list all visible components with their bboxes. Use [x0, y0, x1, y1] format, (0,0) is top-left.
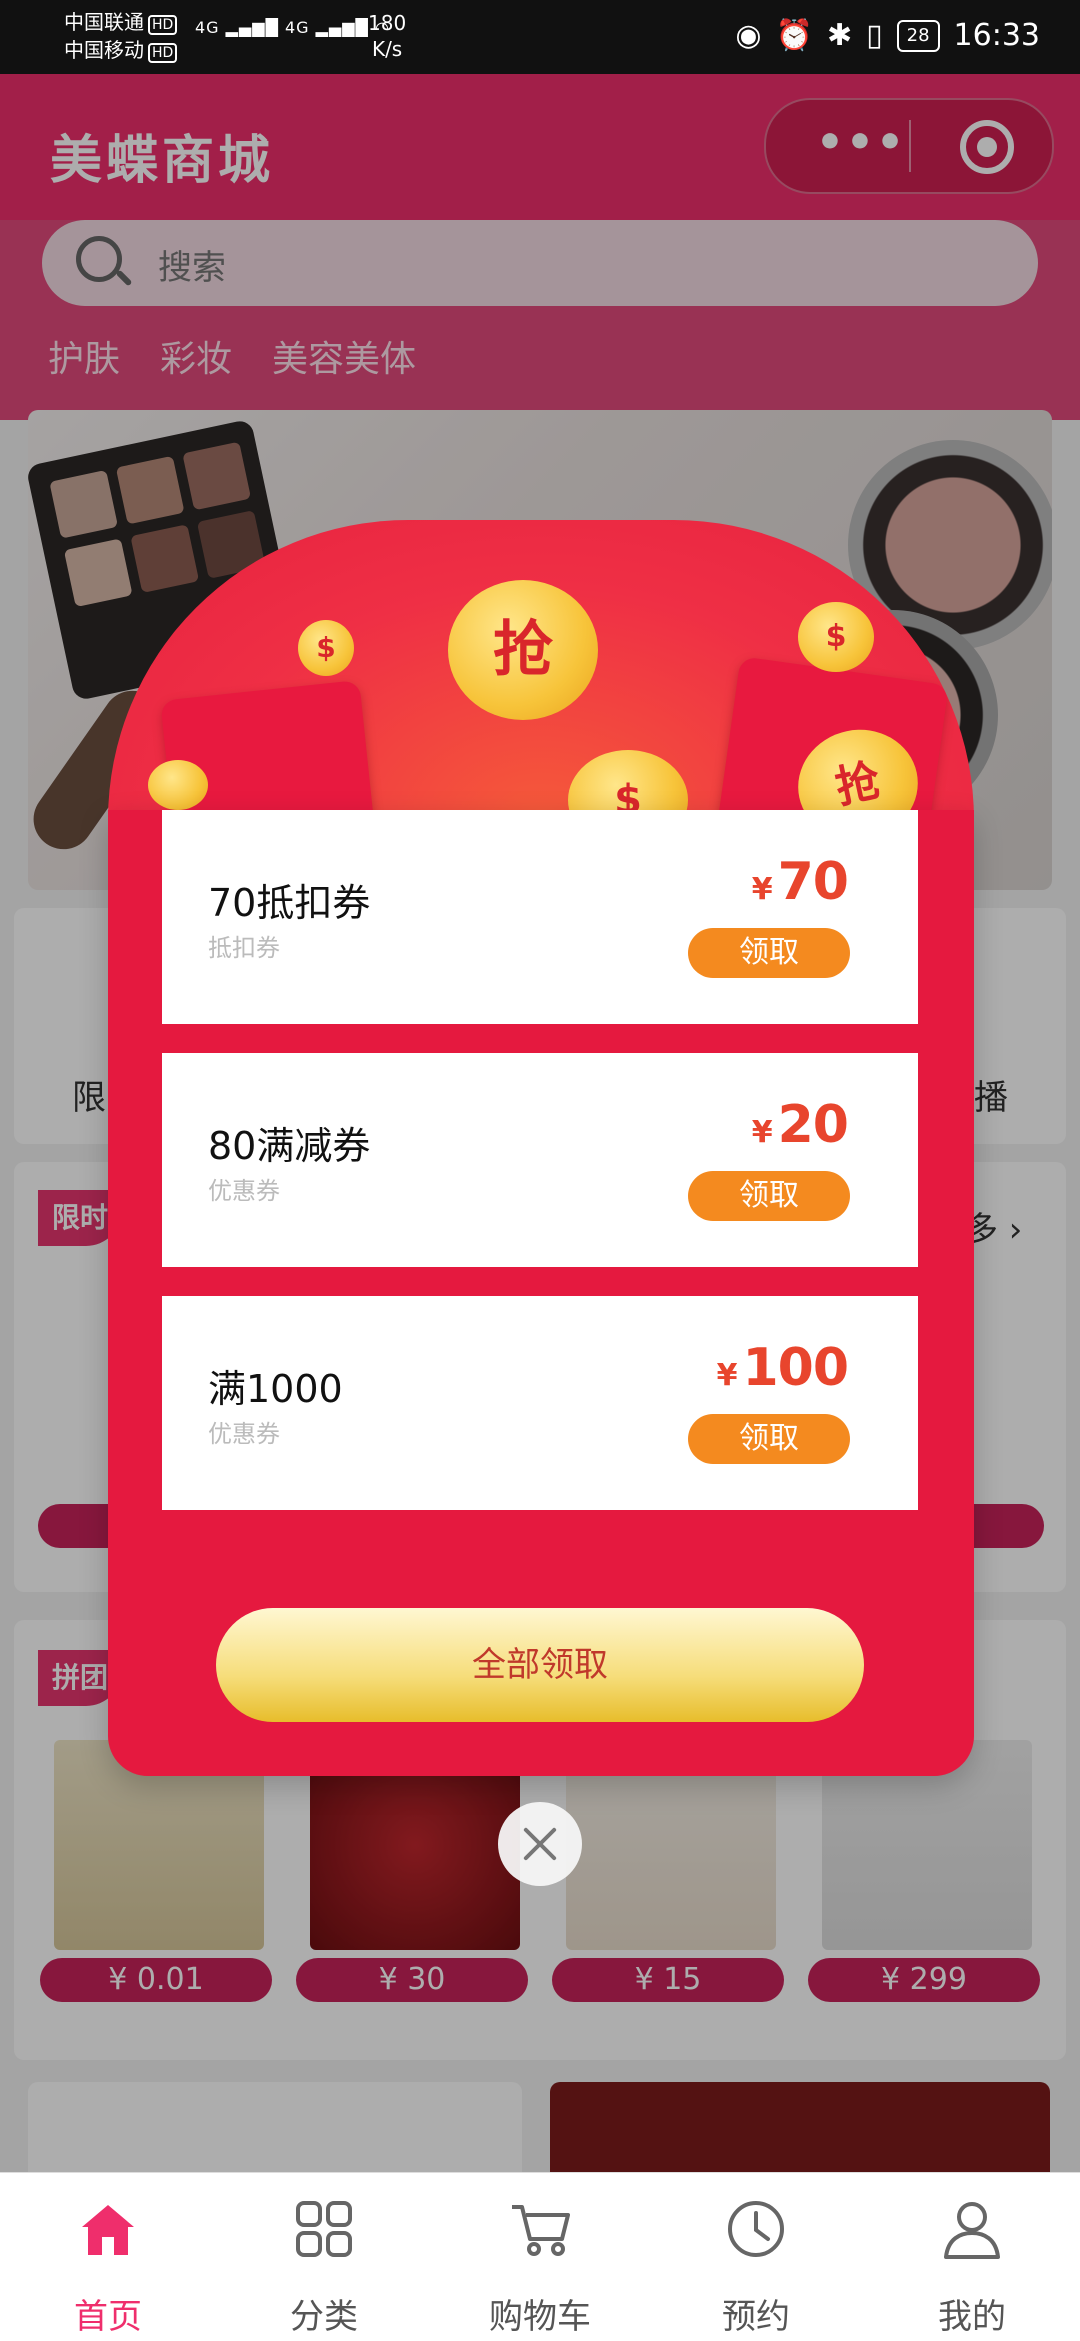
coupon-type: 优惠券 [208, 1420, 280, 1448]
coupon-popup: 抢 抢 $ $ $ 70抵扣券 抵扣券 ¥70 领取 80满减券 优惠券 ¥20… [108, 520, 974, 1776]
tab-label: 预约 [722, 2297, 790, 2337]
coupon-list-panel: 70抵扣券 抵扣券 ¥70 领取 80满减券 优惠券 ¥20 领取 满1000 … [108, 810, 974, 1776]
carrier-1: 中国联通 [64, 10, 144, 34]
coupon-amount: ¥100 [716, 1338, 849, 1398]
tab-reservation[interactable]: 预约 [648, 2173, 864, 2341]
dollar-coin-icon: $ [298, 620, 354, 676]
coupon-amount: ¥20 [751, 1095, 849, 1155]
grab-coin-icon: 抢 [448, 580, 598, 720]
grid-icon [296, 2201, 352, 2257]
tab-profile[interactable]: 我的 [864, 2173, 1080, 2341]
coupon-name: 70抵扣券 [208, 881, 371, 925]
status-icons: ◉ ⏰ ✱ ▯ 28 16:33 [735, 18, 1040, 53]
dollar-coin-icon: $ [798, 602, 874, 672]
bottom-tab-bar: 首页 分类 购物车 预约 我的 [0, 2172, 1080, 2341]
coupon-card: 满1000 优惠券 ¥100 领取 [162, 1296, 918, 1510]
coupon-card: 80满减券 优惠券 ¥20 领取 [162, 1053, 918, 1267]
signal-icon: 4G ▂▄▆█ 4G ▂▄▆█ ◠ [195, 18, 390, 37]
tab-cart[interactable]: 购物车 [432, 2173, 648, 2341]
coupon-name: 满1000 [208, 1367, 343, 1411]
tab-label: 购物车 [489, 2297, 591, 2337]
red-envelope-header: 抢 抢 $ $ $ [108, 520, 974, 820]
carrier-info: 中国联通 HD 中国移动 HD [64, 8, 178, 64]
hd-badge: HD [148, 43, 178, 63]
tab-category[interactable]: 分类 [216, 2173, 432, 2341]
coupon-card: 70抵扣券 抵扣券 ¥70 领取 [162, 810, 918, 1024]
tab-home[interactable]: 首页 [0, 2173, 216, 2341]
network-speed: 180 K/s [368, 11, 407, 61]
coupon-amount: ¥70 [751, 852, 849, 912]
eye-icon: ◉ [735, 18, 762, 53]
coin-icon [148, 760, 208, 810]
coupon-type: 抵扣券 [208, 934, 280, 962]
claim-coupon-button[interactable]: 领取 [688, 928, 850, 978]
tab-label: 分类 [290, 2297, 358, 2337]
tab-label: 首页 [74, 2297, 142, 2337]
coupon-name: 80满减券 [208, 1124, 371, 1168]
close-popup-icon[interactable] [498, 1802, 582, 1886]
alarm-icon: ⏰ [775, 18, 813, 53]
battery-icon: 28 [896, 19, 940, 52]
hd-badge: HD [148, 15, 178, 35]
tab-label: 我的 [938, 2297, 1006, 2337]
claim-coupon-button[interactable]: 领取 [688, 1414, 850, 1464]
claim-all-button[interactable]: 全部领取 [216, 1608, 864, 1722]
home-icon [82, 2205, 134, 2255]
status-bar: 中国联通 HD 中国移动 HD 4G ▂▄▆█ 4G ▂▄▆█ ◠ 180 K/s … [0, 0, 1080, 74]
claim-coupon-button[interactable]: 领取 [688, 1171, 850, 1221]
bluetooth-icon: ✱ [826, 18, 853, 53]
clock-icon [728, 2201, 784, 2257]
clock-time: 16:33 [953, 18, 1040, 53]
cart-icon [512, 2205, 570, 2256]
coupon-type: 优惠券 [208, 1177, 280, 1205]
carrier-2: 中国移动 [64, 38, 144, 62]
user-icon [944, 2202, 1000, 2259]
vibrate-icon: ▯ [866, 18, 883, 53]
